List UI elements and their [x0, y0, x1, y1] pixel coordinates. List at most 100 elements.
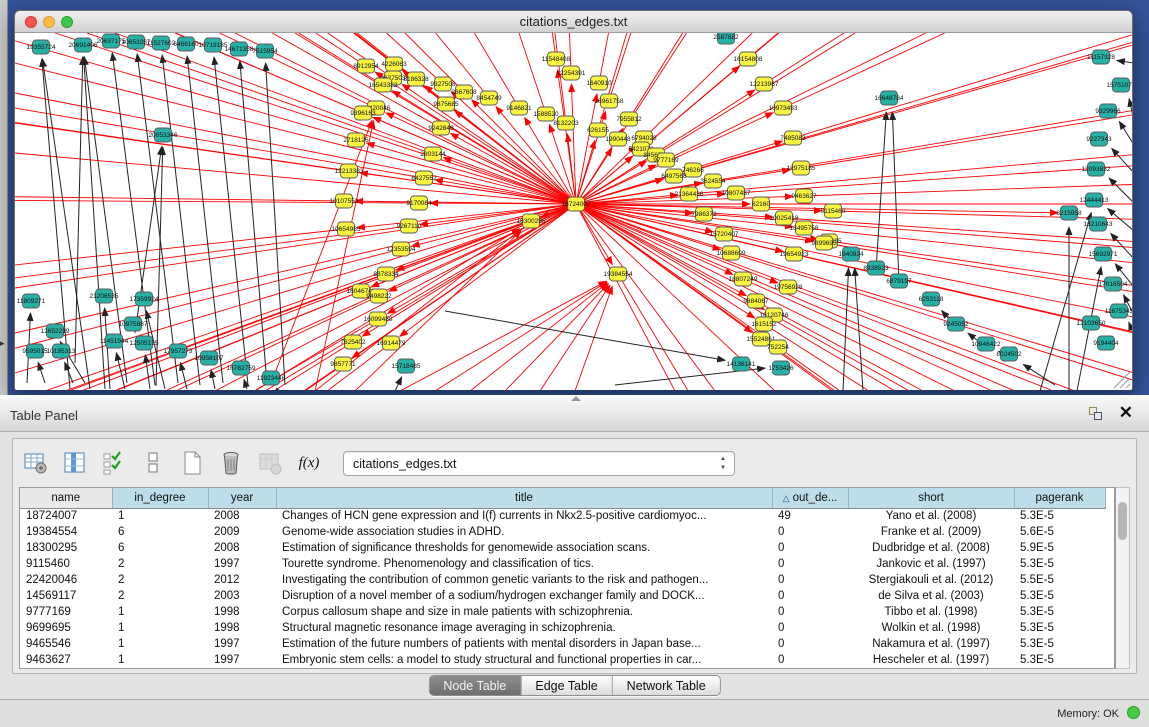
graph-node[interactable]: 2803144	[420, 147, 446, 161]
table-cell[interactable]: 5.3E-5	[1014, 588, 1105, 604]
graph-node[interactable]: 16961758	[595, 94, 624, 108]
table-cell[interactable]: Estimation of significance thresholds fo…	[276, 540, 772, 556]
new-table-icon[interactable]	[177, 448, 207, 478]
table-cell[interactable]: Changes of HCN gene expression and I(f) …	[276, 508, 772, 524]
table-cell[interactable]: 0	[772, 620, 848, 636]
table-cell[interactable]: 0	[772, 604, 848, 620]
table-cell[interactable]: Stergiakouli et al. (2012)	[848, 572, 1014, 588]
table-cell[interactable]: Hescheler et al. (1997)	[848, 652, 1014, 668]
graph-node[interactable]: 19654923	[780, 247, 809, 261]
table-cell[interactable]: 5.6E-5	[1014, 524, 1105, 540]
table-row[interactable]: 946362711997Embryonic stem cells: a mode…	[20, 652, 1105, 668]
graph-node[interactable]: 9245052	[943, 317, 969, 331]
row-options-icon[interactable]	[138, 448, 168, 478]
graph-node[interactable]: 2587682	[713, 33, 739, 44]
graph-node[interactable]: 19384554	[604, 267, 633, 281]
tab-node-table[interactable]: Node Table	[429, 676, 521, 695]
graph-node[interactable]: 16648784	[875, 91, 904, 105]
graph-node[interactable]: 752254	[767, 340, 789, 354]
table-cell[interactable]: 1997	[208, 636, 276, 652]
graph-node[interactable]: 8454749	[476, 91, 502, 105]
graph-node[interactable]: 14671358	[225, 42, 254, 56]
graph-node[interactable]: 12213967	[750, 77, 779, 91]
network-window[interactable]: citations_edges.txt 18724007891295442260…	[14, 10, 1133, 390]
table-cell[interactable]: de Silva et al. (2003)	[848, 588, 1014, 604]
table-cell[interactable]: 5.3E-5	[1014, 652, 1105, 668]
graph-node[interactable]: 10654985	[332, 222, 361, 236]
table-vertical-scrollbar[interactable]	[1115, 487, 1130, 669]
graph-node[interactable]: 1990448	[605, 132, 631, 146]
network-table-select[interactable]: citations_edges.txt ▲▼	[343, 451, 735, 476]
graph-node[interactable]: 11157328	[1087, 50, 1115, 64]
table-cell[interactable]: 1998	[208, 604, 276, 620]
table-cell[interactable]: 0	[772, 556, 848, 572]
table-cell[interactable]: Disruption of a novel member of a sodium…	[276, 588, 772, 604]
network-window-titlebar[interactable]: citations_edges.txt	[15, 11, 1132, 33]
graph-node[interactable]: 10107553	[330, 194, 359, 208]
table-cell[interactable]: 1	[112, 604, 208, 620]
graph-node[interactable]: 7986372	[691, 207, 717, 221]
graph-node[interactable]: 15718485	[392, 359, 421, 373]
column-header-name[interactable]: name	[20, 488, 112, 508]
graph-node[interactable]: 19355724	[27, 40, 56, 54]
table-header-row[interactable]: namein_degreeyeartitle△out_de...shortpag…	[20, 488, 1105, 508]
graph-node[interactable]: 9115460	[821, 204, 846, 218]
select-all-icon[interactable]	[99, 448, 129, 478]
graph-node[interactable]: 12103650	[1077, 316, 1106, 330]
column-header-pagerank[interactable]: pagerank	[1014, 488, 1105, 508]
graph-node[interactable]: 15751074	[1107, 78, 1132, 92]
float-panel-icon[interactable]	[1089, 407, 1103, 421]
graph-node[interactable]: 1588520	[533, 107, 559, 121]
graph-node[interactable]: 7515954	[252, 44, 278, 58]
splitter-grip[interactable]	[571, 396, 581, 401]
table-cell[interactable]: Embryonic stem cells: a model to study s…	[276, 652, 772, 668]
table-cell[interactable]: 2003	[208, 588, 276, 604]
table-settings-icon[interactable]	[21, 448, 51, 478]
column-header-title[interactable]: title	[276, 488, 772, 508]
table-cell[interactable]: 5.3E-5	[1014, 636, 1105, 652]
graph-node[interactable]: 10025418	[770, 211, 799, 225]
graph-node[interactable]: 19756928	[774, 280, 803, 294]
graph-node[interactable]: 16154808	[734, 52, 763, 66]
graph-node[interactable]: 9146821	[506, 101, 532, 115]
graph-node[interactable]: 7955812	[616, 112, 642, 126]
graph-node[interactable]: 16210643	[1084, 217, 1113, 231]
graph-node[interactable]: 626155	[587, 123, 609, 137]
graph-node[interactable]: 9227343	[1086, 132, 1112, 146]
tab-edge-table[interactable]: Edge Table	[521, 676, 612, 695]
table-cell[interactable]: 19384554	[20, 524, 112, 540]
table-row[interactable]: 977716911998Corpus callosum shape and si…	[20, 604, 1105, 620]
graph-node[interactable]: 9857771	[330, 357, 356, 371]
table-cell[interactable]: 2008	[208, 508, 276, 524]
graph-node[interactable]: 16099488	[364, 312, 393, 326]
graph-node[interactable]: 6253118	[919, 292, 944, 306]
table-cell[interactable]: Nakamura et al. (1997)	[848, 636, 1014, 652]
table-cell[interactable]: Yano et al. (2008)	[848, 508, 1014, 524]
table-cell[interactable]: 0	[772, 524, 848, 540]
table-row[interactable]: 1872400712008Changes of HCN gene express…	[20, 508, 1105, 524]
table-cell[interactable]: 2012	[208, 572, 276, 588]
table-cell[interactable]: 2	[112, 588, 208, 604]
table-cell[interactable]: 18724007	[20, 508, 112, 524]
table-row[interactable]: 2242004622012Investigating the contribut…	[20, 572, 1105, 588]
table-cell[interactable]: 2	[112, 556, 208, 572]
graph-node[interactable]: 62160	[752, 197, 770, 211]
table-cell[interactable]: 5.9E-5	[1014, 540, 1105, 556]
graph-node[interactable]: 9595015	[22, 344, 48, 358]
graph-node[interactable]: 8132203	[553, 116, 579, 130]
table-cell[interactable]: 1998	[208, 620, 276, 636]
table-cell[interactable]: Corpus callosum shape and size in male p…	[276, 604, 772, 620]
column-header-year[interactable]: year	[208, 488, 276, 508]
graph-node[interactable]: 20691406	[69, 38, 98, 52]
graph-node[interactable]: 12254391	[557, 66, 586, 80]
table-cell[interactable]: Dudbridge et al. (2008)	[848, 540, 1014, 556]
table-cell[interactable]: 1	[112, 636, 208, 652]
citation-network-graph[interactable]: 1872400789129544226063962750316543382818…	[15, 33, 1132, 390]
table-cell[interactable]: 22420046	[20, 572, 112, 588]
table-cell[interactable]: Franke et al. (2009)	[848, 524, 1014, 540]
graph-node[interactable]: 12213383	[335, 164, 364, 178]
graph-node[interactable]: 12505135	[130, 336, 159, 350]
graph-node[interactable]: 7485083	[780, 131, 806, 145]
show-columns-icon[interactable]	[60, 448, 90, 478]
table-row[interactable]: 911546021997Tourette syndrome. Phenomeno…	[20, 556, 1105, 572]
